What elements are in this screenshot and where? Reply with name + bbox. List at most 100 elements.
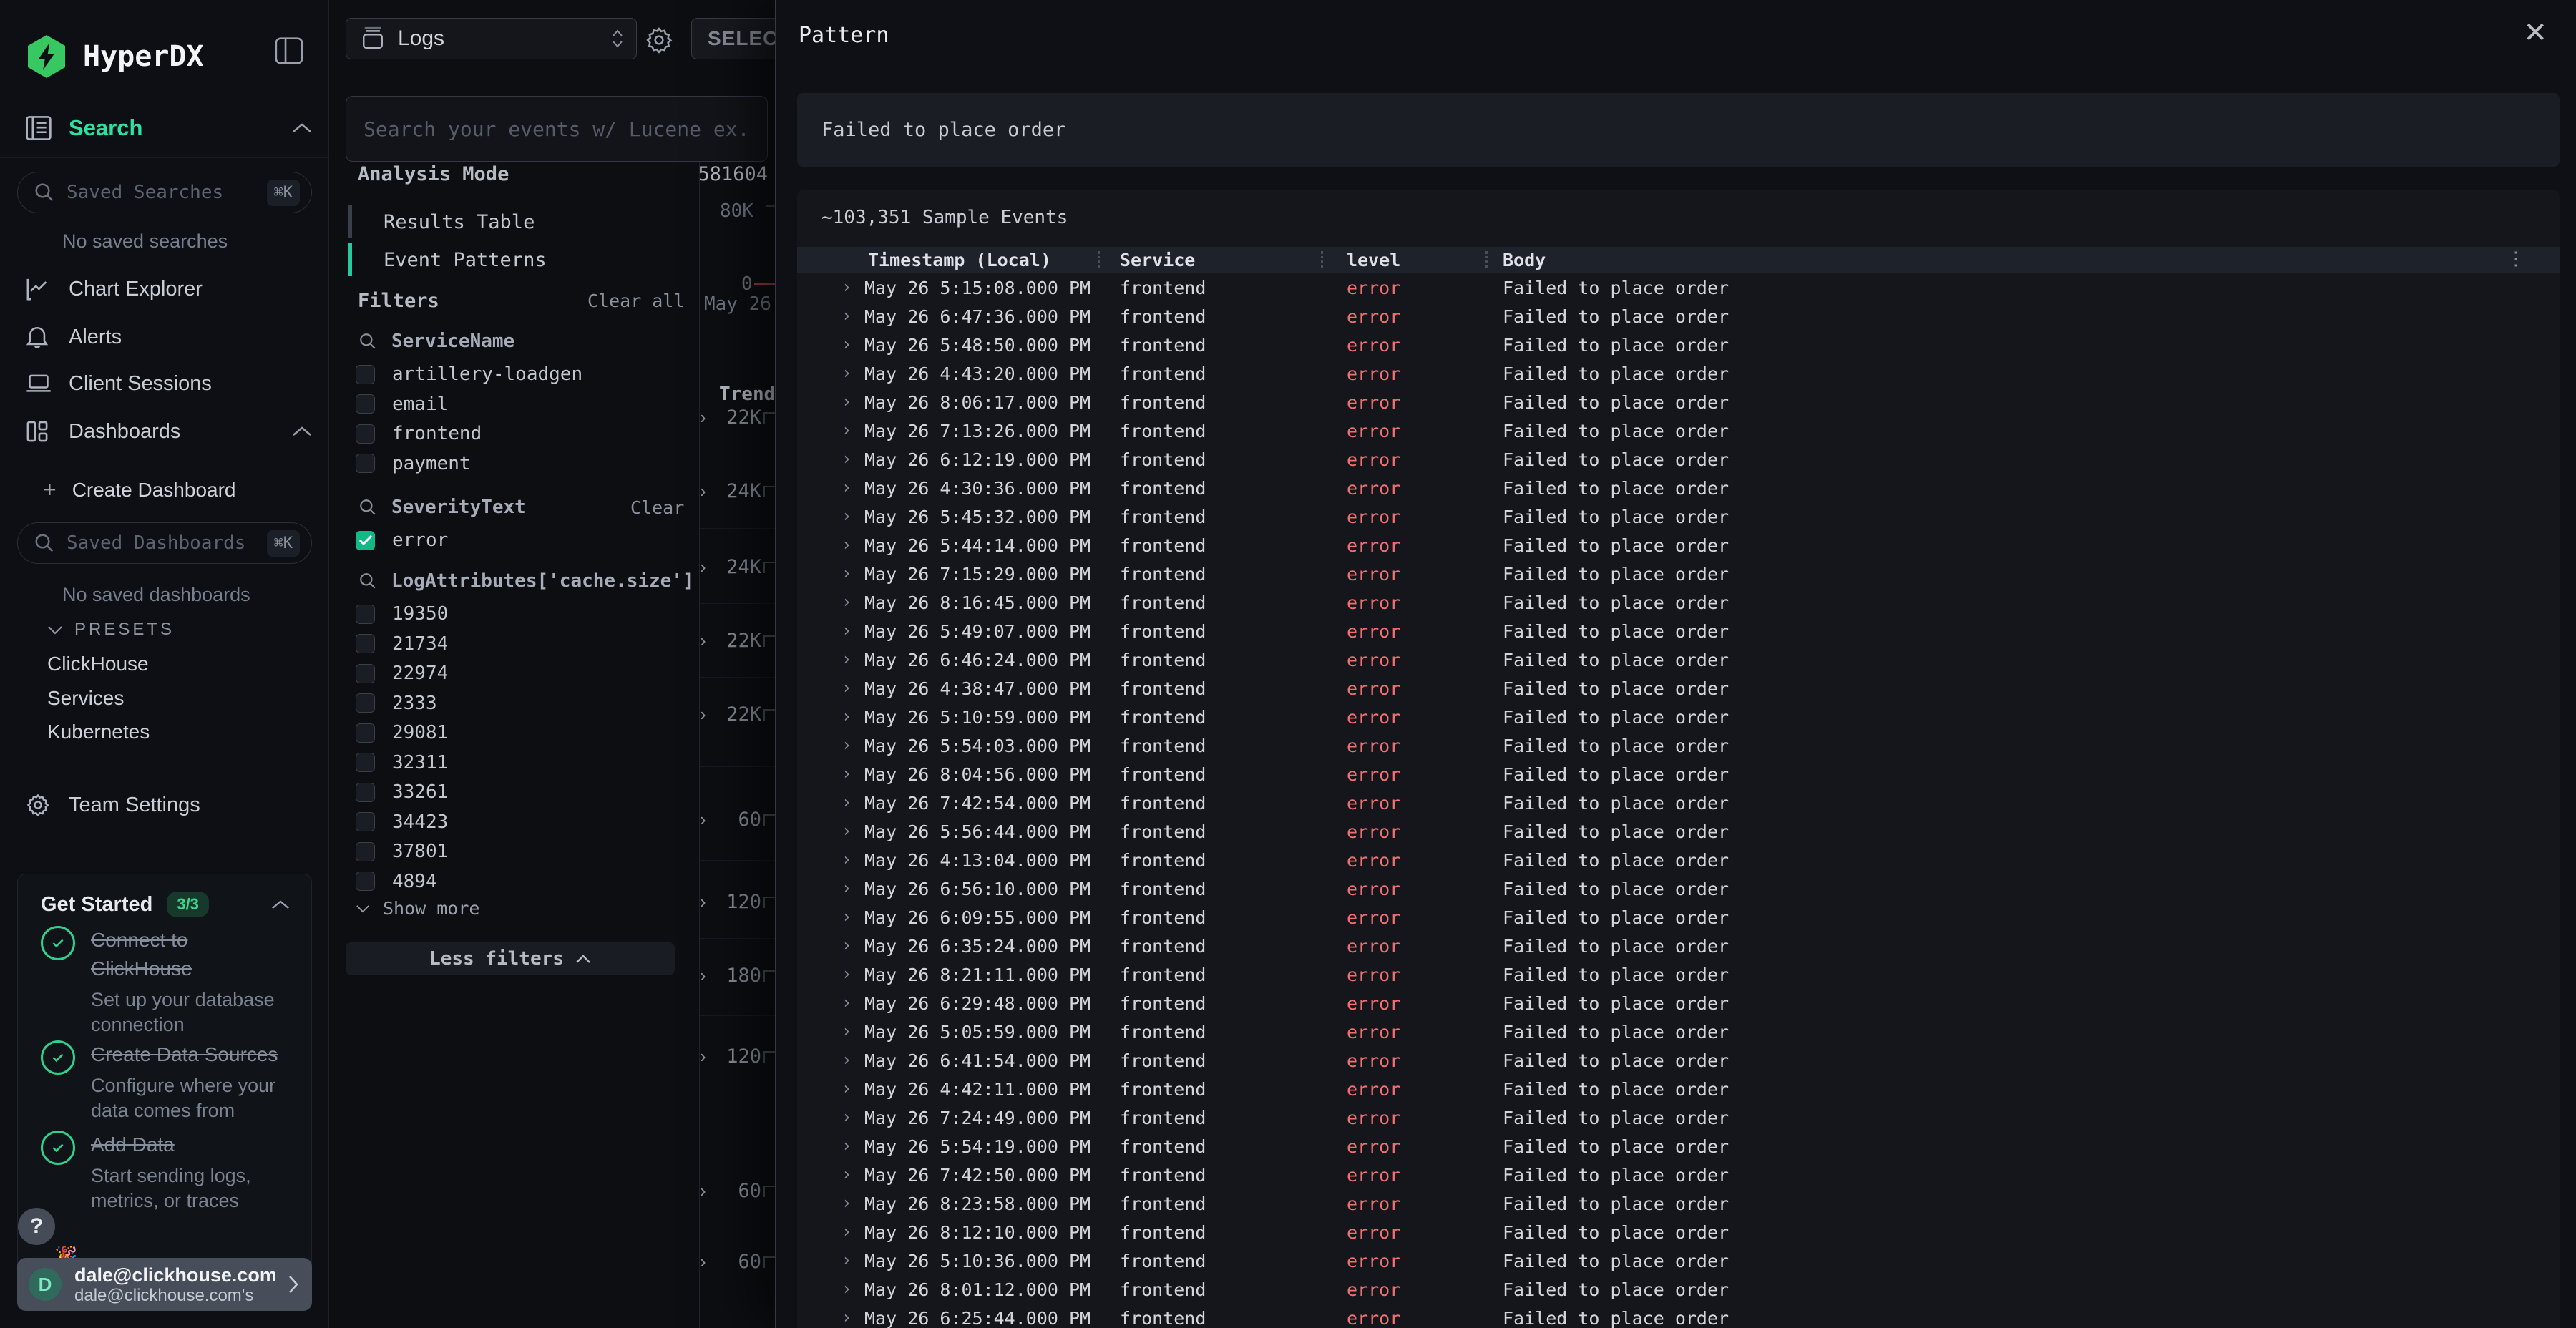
expand-chevron-icon[interactable]: › bbox=[841, 277, 852, 297]
close-icon[interactable]: ✕ bbox=[2523, 19, 2547, 47]
filter-option[interactable]: 33261 bbox=[356, 778, 448, 806]
expand-chevron-icon[interactable]: › bbox=[841, 649, 852, 669]
expand-chevron-icon[interactable]: › bbox=[841, 363, 852, 383]
expand-chevron-icon[interactable]: › bbox=[841, 1279, 852, 1299]
table-row[interactable]: ›May 26 6:29:48.000 PMfrontenderrorFaile… bbox=[797, 988, 2560, 1017]
filter-option[interactable]: 21734 bbox=[356, 630, 448, 658]
expand-chevron-icon[interactable]: › bbox=[841, 907, 852, 927]
checkbox[interactable] bbox=[356, 753, 375, 772]
expand-chevron-icon[interactable]: › bbox=[841, 1307, 852, 1327]
sidebar-item-dashboards[interactable]: Dashboards bbox=[26, 416, 312, 447]
checkbox[interactable] bbox=[356, 634, 375, 653]
expand-chevron-icon[interactable]: › bbox=[841, 1050, 852, 1070]
table-row[interactable]: ›May 26 4:43:20.000 PMfrontenderrorFaile… bbox=[797, 358, 2560, 387]
table-row[interactable]: ›May 26 7:24:49.000 PMfrontenderrorFaile… bbox=[797, 1103, 2560, 1131]
checkbox[interactable] bbox=[356, 605, 375, 624]
sidebar-item-client-sessions[interactable]: Client Sessions bbox=[26, 368, 312, 399]
filter-option[interactable]: frontend bbox=[356, 419, 482, 448]
table-row[interactable]: ›May 26 5:54:19.000 PMfrontenderrorFaile… bbox=[797, 1131, 2560, 1160]
filter-option[interactable]: email bbox=[356, 390, 448, 419]
chevron-up-icon[interactable] bbox=[271, 899, 290, 910]
source-select[interactable]: Logs bbox=[346, 18, 637, 59]
table-row[interactable]: ›May 26 6:41:54.000 PMfrontenderrorFaile… bbox=[797, 1045, 2560, 1074]
expand-chevron-icon[interactable]: › bbox=[700, 1251, 718, 1273]
clear-filter-link[interactable]: Clear bbox=[630, 497, 684, 518]
table-row[interactable]: ›May 26 8:21:11.000 PMfrontenderrorFaile… bbox=[797, 960, 2560, 988]
filter-option[interactable]: 2333 bbox=[356, 689, 437, 718]
checkbox[interactable] bbox=[356, 723, 375, 743]
column-header-timestamp[interactable]: Timestamp (Local) bbox=[868, 247, 1051, 273]
table-row[interactable]: ›May 26 7:13:26.000 PMfrontenderrorFaile… bbox=[797, 416, 2560, 444]
show-more-toggle[interactable]: Show more bbox=[356, 898, 479, 919]
expand-chevron-icon[interactable]: › bbox=[841, 878, 852, 898]
expand-chevron-icon[interactable]: › bbox=[841, 992, 852, 1012]
expand-chevron-icon[interactable]: › bbox=[841, 1221, 852, 1241]
filter-option[interactable]: 32311 bbox=[356, 748, 448, 777]
table-row[interactable]: ›May 26 5:45:32.000 PMfrontenderrorFaile… bbox=[797, 502, 2560, 530]
expand-chevron-icon[interactable]: › bbox=[841, 964, 852, 984]
analysis-mode-results-table[interactable]: Results Table bbox=[348, 205, 656, 238]
expand-chevron-icon[interactable]: › bbox=[841, 506, 852, 526]
column-header-level[interactable]: level bbox=[1347, 247, 1400, 273]
expand-chevron-icon[interactable]: › bbox=[841, 477, 852, 497]
expand-chevron-icon[interactable]: › bbox=[841, 1136, 852, 1156]
get-started-item[interactable]: Add DataStart sending logs, metrics, or … bbox=[41, 1131, 296, 1214]
get-started-item[interactable]: Create Data SourcesConfigure where your … bbox=[41, 1040, 296, 1123]
checkbox[interactable] bbox=[356, 693, 375, 713]
expand-chevron-icon[interactable]: › bbox=[841, 821, 852, 841]
table-row[interactable]: ›May 26 5:10:59.000 PMfrontenderrorFaile… bbox=[797, 702, 2560, 731]
table-row[interactable]: ›May 26 5:44:14.000 PMfrontenderrorFaile… bbox=[797, 530, 2560, 559]
table-row[interactable]: ›May 26 5:54:03.000 PMfrontenderrorFaile… bbox=[797, 731, 2560, 759]
checkbox[interactable] bbox=[356, 394, 375, 414]
table-row[interactable]: ›May 26 7:42:54.000 PMfrontenderrorFaile… bbox=[797, 788, 2560, 816]
table-row[interactable]: ›May 26 4:13:04.000 PMfrontenderrorFaile… bbox=[797, 845, 2560, 874]
filter-option[interactable]: payment bbox=[356, 449, 471, 478]
checkbox[interactable] bbox=[356, 365, 375, 384]
saved-searches-input[interactable]: Saved Searches ⌘K bbox=[17, 172, 312, 213]
expand-chevron-icon[interactable]: › bbox=[841, 763, 852, 783]
table-row[interactable]: ›May 26 8:12:10.000 PMfrontenderrorFaile… bbox=[797, 1217, 2560, 1246]
column-resize-handle[interactable] bbox=[1485, 251, 1488, 268]
table-row[interactable]: ›May 26 6:12:19.000 PMfrontenderrorFaile… bbox=[797, 444, 2560, 473]
expand-chevron-icon[interactable]: › bbox=[700, 406, 718, 429]
sidebar-item-team-settings[interactable]: Team Settings bbox=[26, 789, 312, 821]
pattern-row-trend[interactable]: ›24K bbox=[700, 556, 775, 578]
filter-option[interactable]: 19350 bbox=[356, 600, 448, 628]
checkbox[interactable] bbox=[356, 842, 375, 861]
expand-chevron-icon[interactable]: › bbox=[700, 1180, 718, 1202]
table-row[interactable]: ›May 26 4:30:36.000 PMfrontenderrorFaile… bbox=[797, 473, 2560, 502]
table-row[interactable]: ›May 26 8:01:12.000 PMfrontenderrorFaile… bbox=[797, 1274, 2560, 1303]
table-row[interactable]: ›May 26 5:48:50.000 PMfrontenderrorFaile… bbox=[797, 330, 2560, 358]
filter-option[interactable]: 4894 bbox=[356, 867, 437, 896]
expand-chevron-icon[interactable]: › bbox=[841, 1078, 852, 1098]
checkbox[interactable] bbox=[356, 812, 375, 831]
filter-option[interactable]: error bbox=[356, 526, 448, 555]
expand-chevron-icon[interactable]: › bbox=[841, 849, 852, 869]
source-settings-gear-icon[interactable] bbox=[645, 26, 673, 54]
expand-chevron-icon[interactable]: › bbox=[841, 706, 852, 726]
checkbox[interactable] bbox=[356, 783, 375, 802]
table-row[interactable]: ›May 26 5:05:59.000 PMfrontenderrorFaile… bbox=[797, 1017, 2560, 1045]
pattern-row-trend[interactable]: ›22K bbox=[700, 406, 775, 429]
expand-chevron-icon[interactable]: › bbox=[841, 391, 852, 411]
presets-toggle[interactable]: PRESETS bbox=[47, 620, 175, 640]
expand-chevron-icon[interactable]: › bbox=[841, 620, 852, 640]
filter-option[interactable]: 29081 bbox=[356, 718, 448, 747]
table-row[interactable]: ›May 26 5:15:08.000 PMfrontenderrorFaile… bbox=[797, 273, 2560, 301]
expand-chevron-icon[interactable]: › bbox=[841, 563, 852, 583]
table-row[interactable]: ›May 26 8:04:56.000 PMfrontenderrorFaile… bbox=[797, 759, 2560, 788]
table-row[interactable]: ›May 26 5:10:36.000 PMfrontenderrorFaile… bbox=[797, 1246, 2560, 1274]
table-row[interactable]: ›May 26 6:09:55.000 PMfrontenderrorFaile… bbox=[797, 902, 2560, 931]
expand-chevron-icon[interactable]: › bbox=[841, 678, 852, 698]
create-dashboard-button[interactable]: + Create Dashboard bbox=[43, 477, 236, 503]
expand-chevron-icon[interactable]: › bbox=[841, 735, 852, 755]
preset-item-clickhouse[interactable]: ClickHouse bbox=[47, 653, 149, 675]
kebab-menu-icon[interactable]: ⋮ bbox=[2507, 248, 2525, 270]
table-row[interactable]: ›May 26 7:42:50.000 PMfrontenderrorFaile… bbox=[797, 1160, 2560, 1188]
checkbox[interactable] bbox=[356, 531, 375, 550]
column-resize-handle[interactable] bbox=[1098, 251, 1100, 268]
expand-chevron-icon[interactable]: › bbox=[841, 534, 852, 555]
table-row[interactable]: ›May 26 6:46:24.000 PMfrontenderrorFaile… bbox=[797, 645, 2560, 673]
get-started-item[interactable]: Connect to ClickHouseSet up your databas… bbox=[41, 926, 296, 1038]
pattern-row-trend[interactable]: ›120 bbox=[700, 1045, 775, 1068]
